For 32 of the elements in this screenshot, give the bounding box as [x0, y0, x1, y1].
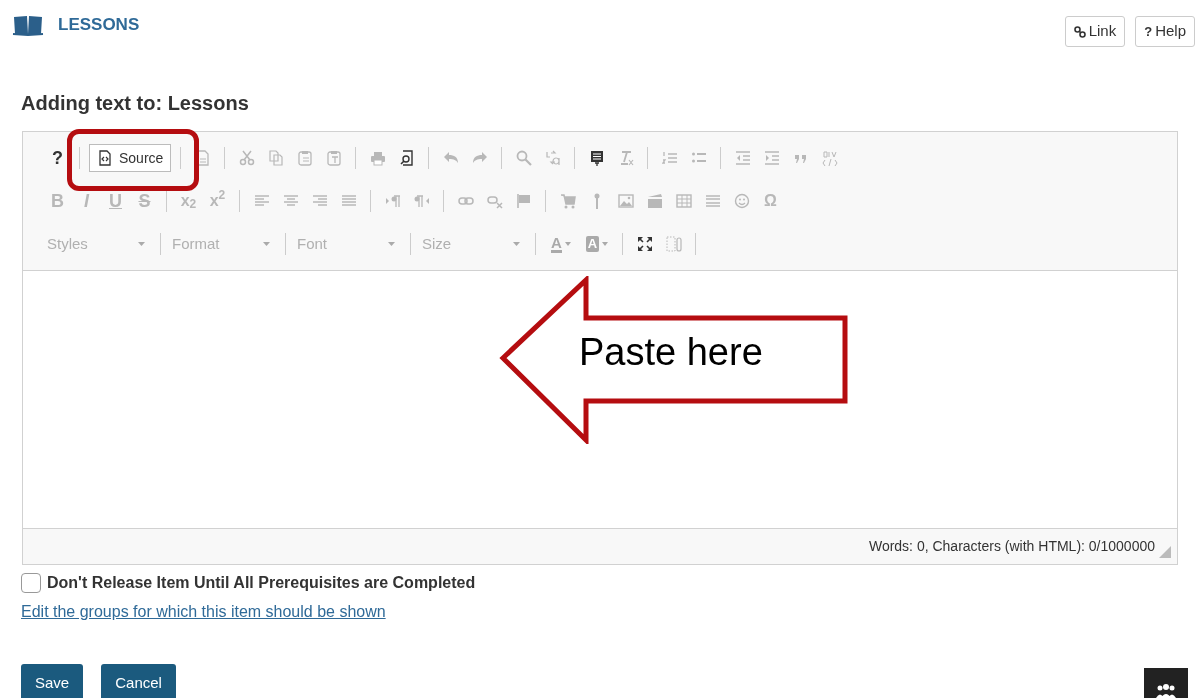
- checkbox[interactable]: [21, 573, 41, 593]
- caret-icon: [564, 242, 571, 246]
- background-color-button[interactable]: A: [579, 233, 615, 255]
- save-button[interactable]: Save: [21, 664, 84, 698]
- groups-link[interactable]: Edit the groups for which this item should be shown: [21, 600, 386, 624]
- code-file-icon: [97, 150, 113, 166]
- toolbar-text-button[interactable]: ?: [43, 147, 72, 169]
- book-icon: [12, 13, 44, 36]
- source-button[interactable]: Source: [89, 144, 172, 172]
- text-color-button[interactable]: A: [543, 233, 579, 255]
- caret-icon: [388, 242, 395, 246]
- dropdown[interactable]: Styles: [43, 233, 153, 255]
- people-button[interactable]: [1144, 668, 1188, 698]
- help-button[interactable]: ? Help: [1135, 16, 1195, 47]
- caret-icon: [138, 242, 145, 246]
- caret-icon: [602, 242, 609, 246]
- caret-icon: [263, 242, 270, 246]
- caret-icon: [513, 242, 520, 246]
- checkbox-label: Don't Release Item Until All Prerequisites are Completed: [47, 573, 476, 593]
- callout-text: Paste here: [579, 333, 763, 371]
- chain-icon: [1073, 25, 1086, 38]
- page-heading: Adding text to: Lessons: [21, 91, 250, 116]
- dropdown[interactable]: Font: [293, 233, 403, 255]
- page-title: LESSONS: [58, 14, 140, 36]
- word-count: Words: 0, Characters (with HTML): 0/1000000: [868, 537, 1155, 556]
- people-icon: [1155, 682, 1177, 698]
- dropdown[interactable]: Size: [418, 233, 528, 255]
- resize-handle-icon[interactable]: [1159, 546, 1171, 558]
- question-icon: ?: [1144, 21, 1153, 42]
- link-button[interactable]: Link: [1064, 16, 1126, 47]
- dropdown[interactable]: Format: [168, 233, 278, 255]
- cancel-button[interactable]: Cancel: [101, 664, 176, 698]
